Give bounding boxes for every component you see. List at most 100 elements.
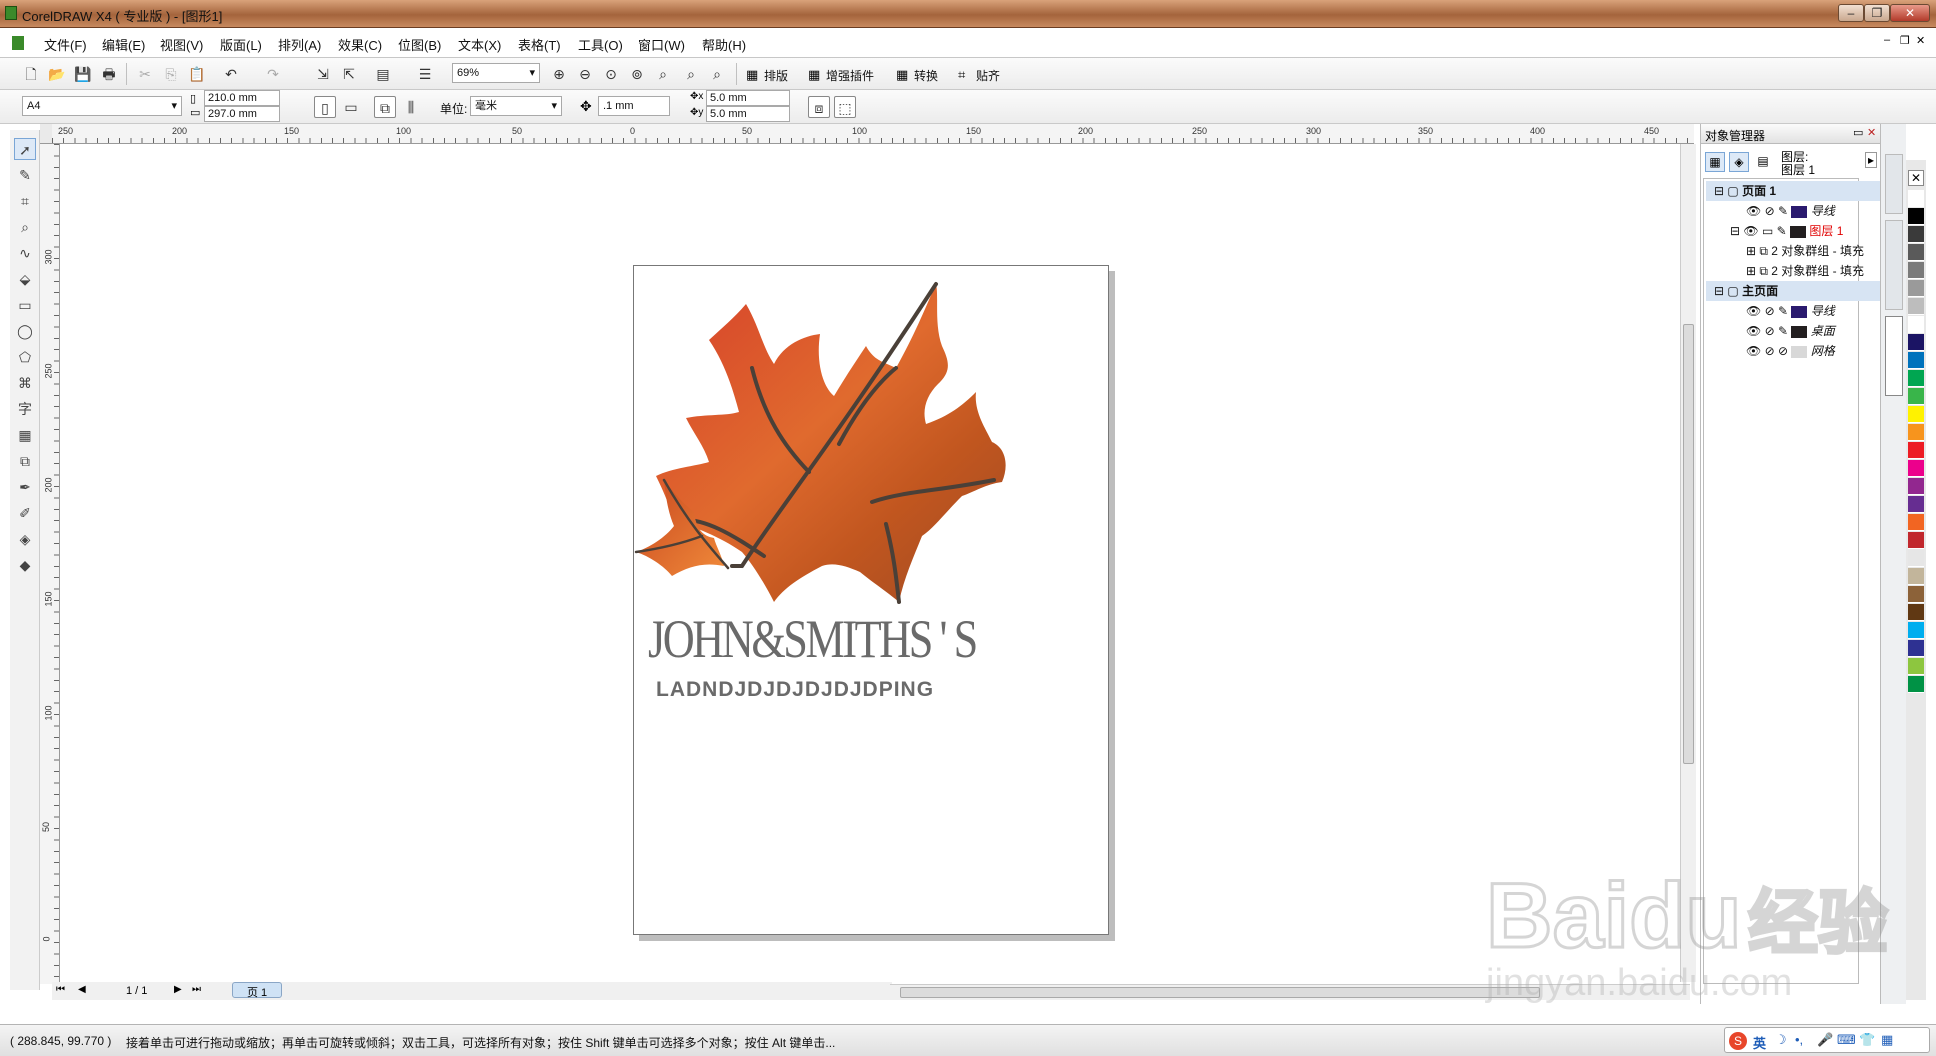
minimize-button[interactable]: – bbox=[1838, 4, 1864, 22]
toolbox-icon[interactable]: ▦ bbox=[1881, 1032, 1893, 1048]
palette-swatch[interactable] bbox=[1908, 190, 1924, 207]
duplicate-x-input[interactable]: 5.0 mm bbox=[706, 90, 790, 106]
copy-icon[interactable]: ⎘ bbox=[160, 63, 182, 85]
palette-swatch[interactable] bbox=[1908, 370, 1924, 387]
shape-tool-icon[interactable]: ✎ bbox=[14, 164, 36, 186]
menu-view[interactable]: 视图(V) bbox=[160, 35, 203, 54]
fill-tool-icon[interactable]: ◈ bbox=[14, 528, 36, 550]
palette-swatch[interactable] bbox=[1908, 586, 1924, 603]
first-page-icon[interactable]: ⏮ bbox=[56, 984, 65, 995]
palette-swatch[interactable] bbox=[1908, 226, 1924, 243]
interactive-fill-icon[interactable]: ◆ bbox=[14, 554, 36, 576]
palette-swatch[interactable] bbox=[1908, 208, 1924, 225]
tree-master-desktop[interactable]: 👁 ⊘ ✎ 桌面 bbox=[1706, 321, 1882, 341]
tree-layer-1[interactable]: ⊟ 👁 ▭ ✎ 图层 1 bbox=[1706, 221, 1882, 241]
freehand-tool-icon[interactable]: ∿ bbox=[14, 242, 36, 264]
artwork-title[interactable]: JOHN&SMITHS ' S bbox=[648, 608, 978, 670]
menu-window[interactable]: 窗口(W) bbox=[638, 35, 685, 54]
current-page-icon[interactable]: ⫼ bbox=[400, 96, 422, 118]
menu-text[interactable]: 文本(X) bbox=[458, 35, 501, 54]
layout-button[interactable]: 排版 bbox=[764, 67, 788, 84]
menu-help[interactable]: 帮助(H) bbox=[702, 35, 746, 54]
tree-page-1[interactable]: ⊟ ▢ 页面 1 bbox=[1706, 181, 1882, 201]
print-icon[interactable]: 🖶 bbox=[98, 63, 120, 85]
cut-icon[interactable]: ✂ bbox=[134, 63, 156, 85]
palette-swatch[interactable] bbox=[1908, 478, 1924, 495]
palette-swatch[interactable] bbox=[1908, 640, 1924, 657]
menu-bitmaps[interactable]: 位图(B) bbox=[398, 35, 441, 54]
all-pages-icon[interactable]: ⧉ bbox=[374, 96, 396, 118]
tree-group-1[interactable]: ⊞ ⧉ 2 对象群组 - 填充 bbox=[1706, 241, 1882, 261]
nudge-distance-input[interactable]: .1 mm bbox=[598, 96, 670, 116]
docker-close-icon[interactable]: ✕ bbox=[1867, 126, 1876, 139]
duplicate-y-input[interactable]: 5.0 mm bbox=[706, 106, 790, 122]
microphone-icon[interactable]: 🎤 bbox=[1817, 1032, 1833, 1048]
tree-group-2[interactable]: ⊞ ⧉ 2 对象群组 - 填充 bbox=[1706, 261, 1882, 281]
palette-swatch[interactable] bbox=[1908, 424, 1924, 441]
horizontal-scroll-thumb[interactable] bbox=[900, 987, 1540, 998]
vertical-ruler[interactable]: 300 250 200 150 100 50 0 bbox=[40, 144, 60, 984]
zoom-in-icon[interactable]: ⊕ bbox=[548, 63, 570, 85]
basic-shapes-icon[interactable]: ⌘ bbox=[14, 372, 36, 394]
palette-swatch[interactable] bbox=[1908, 334, 1924, 351]
crop-tool-icon[interactable]: ⌗ bbox=[14, 190, 36, 212]
new-icon[interactable]: 🗋 bbox=[20, 63, 42, 85]
menu-layout[interactable]: 版面(L) bbox=[220, 35, 262, 54]
zoom-page-icon[interactable]: ⌕ bbox=[652, 63, 674, 85]
tree-master-grid[interactable]: 👁 ⊘ ⊘ 网格 bbox=[1706, 341, 1882, 361]
last-page-icon[interactable]: ⏭ bbox=[192, 984, 201, 995]
palette-swatch[interactable] bbox=[1908, 514, 1924, 531]
palette-swatch[interactable] bbox=[1908, 352, 1924, 369]
palette-swatch[interactable] bbox=[1908, 496, 1924, 513]
undo-icon[interactable]: ↶ bbox=[220, 63, 242, 85]
prev-page-icon[interactable]: ◀ bbox=[78, 984, 86, 995]
palette-swatch[interactable] bbox=[1908, 406, 1924, 423]
skin-icon[interactable]: 👕 bbox=[1859, 1032, 1875, 1048]
ellipse-tool-icon[interactable]: ◯ bbox=[14, 320, 36, 342]
menu-arrange[interactable]: 排列(A) bbox=[278, 35, 321, 54]
ime-language[interactable]: 英 bbox=[1753, 1033, 1766, 1052]
app-launcher-icon[interactable]: ▤ bbox=[372, 63, 394, 85]
menu-effects[interactable]: 效果(C) bbox=[338, 35, 382, 54]
punctuation-icon[interactable]: •, bbox=[1795, 1032, 1803, 1047]
vertical-scroll-thumb[interactable] bbox=[1683, 324, 1694, 764]
palette-swatch[interactable] bbox=[1908, 622, 1924, 639]
document-page[interactable]: JOHN&SMITHS ' S LADNDJDJDJDJDJDPING bbox=[633, 265, 1109, 935]
palette-swatch[interactable] bbox=[1908, 316, 1924, 333]
no-color-swatch[interactable]: ✕ bbox=[1908, 170, 1924, 186]
edit-across-layers-icon[interactable]: ◈ bbox=[1729, 152, 1749, 172]
palette-swatch[interactable] bbox=[1908, 244, 1924, 261]
rectangle-tool-icon[interactable]: ▭ bbox=[14, 294, 36, 316]
hints-tab[interactable] bbox=[1885, 154, 1903, 214]
transform-tab[interactable] bbox=[1885, 220, 1903, 310]
polygon-tool-icon[interactable]: ⬠ bbox=[14, 346, 36, 368]
eyedropper-tool-icon[interactable]: ✒ bbox=[14, 476, 36, 498]
zoom-height-icon[interactable]: ⌕ bbox=[706, 63, 728, 85]
ime-toolbar[interactable]: S 英 ☽ •, 🎤 ⌨ 👕 ▦ bbox=[1724, 1027, 1930, 1053]
palette-swatch[interactable] bbox=[1908, 388, 1924, 405]
unit-select[interactable]: 毫米 ▾ bbox=[470, 96, 562, 116]
zoom-out-icon[interactable]: ⊖ bbox=[574, 63, 596, 85]
doc-close-button[interactable]: ✕ bbox=[1916, 34, 1925, 47]
next-page-icon[interactable]: ▶ bbox=[174, 984, 182, 995]
outline-tool-icon[interactable]: ✐ bbox=[14, 502, 36, 524]
palette-swatch[interactable] bbox=[1908, 280, 1924, 297]
docker-menu-arrow-icon[interactable]: ▸ bbox=[1865, 152, 1877, 168]
palette-swatch[interactable] bbox=[1908, 658, 1924, 675]
zoom-all-icon[interactable]: ⊚ bbox=[626, 63, 648, 85]
layer-manager-view-icon[interactable]: ▤ bbox=[1753, 152, 1773, 172]
export-icon[interactable]: ⇱ bbox=[338, 63, 360, 85]
page-tab[interactable]: 页 1 bbox=[232, 982, 283, 999]
table-tool-icon[interactable]: ▦ bbox=[14, 424, 36, 446]
zoom-tool-icon[interactable]: ⌕ bbox=[14, 216, 36, 238]
palette-swatch[interactable] bbox=[1908, 298, 1924, 315]
plugin-button[interactable]: 增强插件 bbox=[826, 67, 874, 84]
save-icon[interactable]: 💾 bbox=[72, 63, 94, 85]
doc-restore-button[interactable]: ❐ bbox=[1900, 34, 1910, 47]
palette-swatch[interactable] bbox=[1908, 460, 1924, 477]
menu-edit[interactable]: 编辑(E) bbox=[102, 35, 145, 54]
menu-tools[interactable]: 工具(O) bbox=[578, 35, 623, 54]
palette-swatch[interactable] bbox=[1908, 676, 1924, 693]
bounding-box-icon[interactable]: ⬚ bbox=[834, 96, 856, 118]
palette-swatch[interactable] bbox=[1908, 550, 1924, 567]
